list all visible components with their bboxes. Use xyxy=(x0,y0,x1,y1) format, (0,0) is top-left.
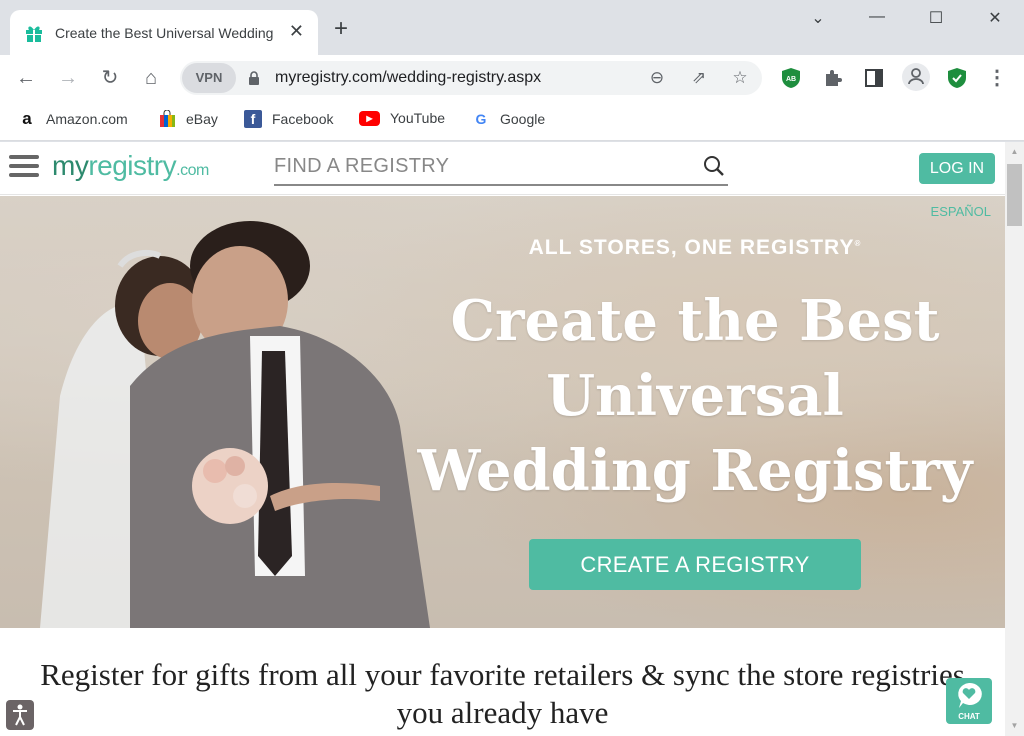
value-proposition: Register for gifts from all your favorit… xyxy=(40,657,965,730)
web-page: myregistry.com LOG IN xyxy=(0,142,1005,736)
bookmarks-bar: a Amazon.com eBay f Facebook ▶ YouTube G… xyxy=(0,101,1024,141)
bookmark-label: Google xyxy=(500,111,546,127)
url-text[interactable]: myregistry.com/wedding-registry.aspx xyxy=(275,69,541,87)
new-tab-button[interactable]: + xyxy=(334,17,348,41)
hero-headline: Create the Best Universal Wedding Regist… xyxy=(417,288,973,504)
scroll-up-icon[interactable]: ▲ xyxy=(1005,144,1024,160)
gift-icon xyxy=(26,26,42,42)
accessibility-button[interactable] xyxy=(6,700,34,730)
bookmark-google[interactable]: G Google xyxy=(472,110,546,128)
chat-label: CHAT xyxy=(958,712,980,721)
accessibility-icon xyxy=(13,704,27,726)
ebay-icon xyxy=(160,110,175,127)
bookmark-label: YouTube xyxy=(390,110,446,126)
facebook-icon: f xyxy=(244,110,262,128)
tab-close-icon[interactable]: ✕ xyxy=(289,21,304,42)
hero-tagline: ALL STORES, ONE REGISTRY® xyxy=(420,236,970,260)
chat-heart-icon xyxy=(958,682,982,708)
forward-icon[interactable]: → xyxy=(55,65,81,91)
shield-check-icon[interactable] xyxy=(946,67,968,89)
reload-icon[interactable]: ↻ xyxy=(97,65,123,91)
bookmark-star-icon[interactable]: ☆ xyxy=(729,68,751,90)
back-icon[interactable]: ← xyxy=(13,65,39,91)
bookmark-label: Facebook xyxy=(272,111,334,127)
profile-icon[interactable] xyxy=(902,63,930,91)
login-button[interactable]: LOG IN xyxy=(919,153,995,184)
more-icon[interactable]: ⋮ xyxy=(984,65,1010,91)
bookmark-facebook[interactable]: f Facebook xyxy=(244,110,333,128)
find-registry-input[interactable] xyxy=(274,150,684,182)
share-icon[interactable]: ⇗ xyxy=(688,68,710,90)
address-bar[interactable]: VPN myregistry.com/wedding-registry.aspx… xyxy=(180,61,762,95)
site-header: myregistry.com LOG IN xyxy=(0,142,1005,195)
search-icon[interactable] xyxy=(702,154,726,178)
puzzle-icon[interactable] xyxy=(822,67,844,89)
youtube-icon: ▶ xyxy=(359,110,380,126)
registered-mark: ® xyxy=(854,239,862,248)
tab-strip: Create the Best Universal Wedding Regist… xyxy=(0,0,1024,55)
page-scrollbar[interactable]: ▲ ▼ xyxy=(1005,142,1024,736)
browser-toolbar: ← → ↻ ⌂ VPN myregistry.com/wedding-regis… xyxy=(0,55,1024,101)
tab-title: Create the Best Universal Wedding Regist… xyxy=(55,24,277,41)
chevron-down-icon[interactable]: ⌄ xyxy=(803,8,833,28)
lock-icon[interactable] xyxy=(248,71,260,85)
minimize-icon[interactable]: — xyxy=(862,8,892,26)
google-icon: G xyxy=(475,111,487,127)
bookmark-label: eBay xyxy=(186,111,218,127)
hero-banner: ESPAÑOL ALL STORES, ONE REGISTRY® Create… xyxy=(0,196,1005,628)
scrollbar-thumb[interactable] xyxy=(1007,164,1022,226)
home-icon[interactable]: ⌂ xyxy=(138,65,164,91)
hamburger-menu-icon[interactable] xyxy=(9,155,39,179)
bookmark-label: Amazon.com xyxy=(46,111,128,127)
window-close-icon[interactable]: ✕ xyxy=(980,8,1010,28)
vpn-badge[interactable]: VPN xyxy=(182,63,236,93)
browser-tab[interactable]: Create the Best Universal Wedding Regist… xyxy=(10,10,318,55)
amazon-icon: a xyxy=(22,109,32,128)
find-registry-search xyxy=(274,150,728,186)
tagline-text: ALL STORES, ONE REGISTRY xyxy=(528,236,855,259)
zoom-out-icon[interactable]: ⊖ xyxy=(646,68,668,90)
svg-text:AB: AB xyxy=(786,76,796,83)
site-logo[interactable]: myregistry.com xyxy=(52,150,209,182)
chat-button[interactable]: CHAT xyxy=(946,678,992,724)
wedding-couple-photo xyxy=(40,221,430,628)
sidepanel-icon[interactable] xyxy=(863,67,885,89)
bookmark-youtube[interactable]: ▶ YouTube xyxy=(359,110,445,126)
espanol-link[interactable]: ESPAÑOL xyxy=(931,204,991,219)
maximize-icon[interactable]: ☐ xyxy=(921,8,951,28)
adblock-icon[interactable]: AB xyxy=(780,67,802,89)
scroll-down-icon[interactable]: ▼ xyxy=(1005,718,1024,734)
bookmark-amazon[interactable]: a Amazon.com xyxy=(18,109,128,128)
bookmark-ebay[interactable]: eBay xyxy=(158,110,218,128)
create-registry-button[interactable]: CREATE A REGISTRY xyxy=(529,539,861,590)
